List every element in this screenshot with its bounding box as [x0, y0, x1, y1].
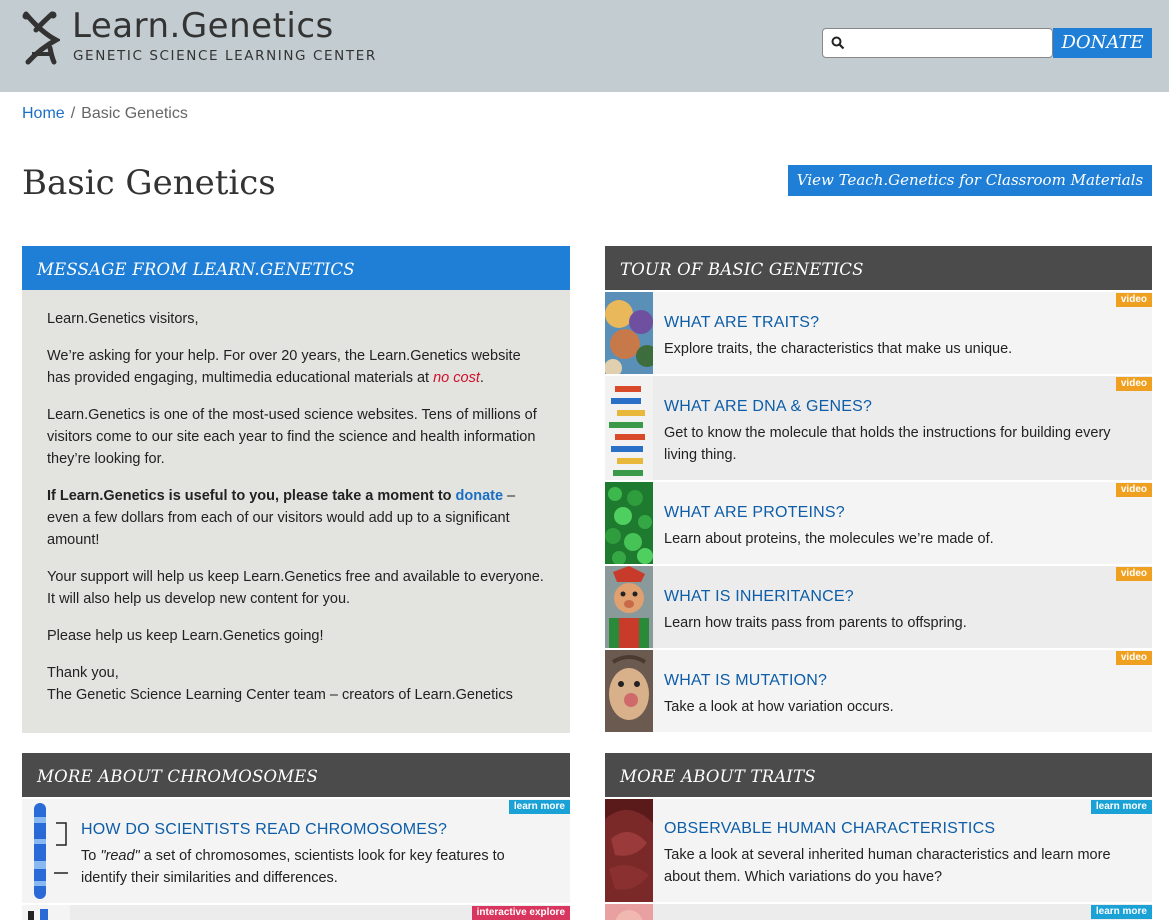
message-panel-body: Learn.Genetics visitors, We’re asking fo… [22, 290, 570, 733]
proteins-thumbnail [605, 482, 653, 564]
traits-item-description: Take a look at several inherited human c… [664, 847, 1111, 885]
message-paragraph-2: Learn.Genetics is one of the most-used s… [47, 407, 537, 467]
observable-traits-thumbnail [605, 799, 653, 902]
search-input[interactable] [822, 28, 1053, 58]
tour-item-title[interactable]: WHAT ARE DNA & GENES? [664, 398, 872, 416]
site-logo-title[interactable]: Learn.Genetics [72, 6, 334, 46]
dna-logo-icon[interactable] [22, 10, 60, 66]
chromosome-thumbnail [22, 799, 70, 903]
message-paragraph-3: If Learn.Genetics is useful to you, plea… [47, 488, 516, 548]
tour-item-inheritance[interactable]: WHAT IS INHERITANCE? Learn how traits pa… [605, 566, 1152, 648]
tour-item-description: Take a look at how variation occurs. [664, 699, 894, 715]
chromosomes-panel-heading: MORE ABOUT CHROMOSOMES [22, 753, 570, 797]
tour-item-description: Learn about proteins, the molecules we’r… [664, 531, 994, 547]
tour-item-title[interactable]: WHAT ARE PROTEINS? [664, 504, 845, 522]
inheritance-thumbnail [605, 566, 653, 648]
learn-more-badge: learn more [508, 800, 570, 814]
video-badge: video [1115, 377, 1152, 391]
message-paragraph-4: Your support will help us keep Learn.Gen… [47, 569, 544, 607]
breadcrumb: Home / Basic Genetics [22, 105, 188, 123]
no-cost-text: no cost [433, 370, 480, 386]
traits-thumbnail [605, 292, 653, 374]
tour-panel-heading: TOUR OF BASIC GENETICS [605, 246, 1152, 290]
tour-item-proteins[interactable]: WHAT ARE PROTEINS? Learn about proteins,… [605, 482, 1152, 564]
tour-item-traits[interactable]: WHAT ARE TRAITS? Explore traits, the cha… [605, 292, 1152, 374]
breadcrumb-current: Basic Genetics [81, 105, 188, 122]
breadcrumb-separator: / [70, 105, 76, 122]
site-header: Learn.Genetics GENETIC SCIENCE LEARNING … [0, 0, 1169, 92]
chromosomes-item-read[interactable]: HOW DO SCIENTISTS READ CHROMOSOMES? To "… [22, 799, 570, 903]
learn-more-badge: learn more [1090, 905, 1152, 919]
message-paragraph-1: We’re asking for your help. For over 20 … [47, 348, 521, 386]
chromosomes-item-title[interactable]: HOW DO SCIENTISTS READ CHROMOSOMES? [81, 821, 447, 839]
learn-more-badge: learn more [1090, 800, 1152, 814]
chromosomes-item-interactive[interactable]: interactive explore [22, 905, 570, 920]
traits-item-title[interactable]: OBSERVABLE HUMAN CHARACTERISTICS [664, 820, 995, 838]
message-greeting: Learn.Genetics visitors, [47, 311, 199, 327]
tour-item-description: Get to know the molecule that holds the … [664, 425, 1111, 463]
donate-link[interactable]: donate [456, 488, 504, 504]
site-logo-subtitle: GENETIC SCIENCE LEARNING CENTER [73, 48, 377, 64]
donate-button[interactable]: DONATE [1053, 28, 1152, 58]
dna-thumbnail [605, 376, 653, 480]
page-title: Basic Genetics [22, 163, 276, 203]
tour-item-title[interactable]: WHAT IS MUTATION? [664, 672, 827, 690]
video-badge: video [1115, 293, 1152, 307]
tour-item-title[interactable]: WHAT IS INHERITANCE? [664, 588, 854, 606]
message-signoff: Thank you, The Genetic Science Learning C… [47, 665, 513, 703]
chromosome-interactive-thumbnail [22, 905, 70, 920]
tour-item-description: Learn how traits pass from parents to of… [664, 615, 967, 631]
message-panel-heading: MESSAGE FROM LEARN.GENETICS [22, 246, 570, 290]
traits-item-observable[interactable]: OBSERVABLE HUMAN CHARACTERISTICS Take a … [605, 799, 1152, 902]
message-paragraph-5: Please help us keep Learn.Genetics going… [47, 628, 324, 644]
breadcrumb-home-link[interactable]: Home [22, 105, 65, 122]
tour-item-title[interactable]: WHAT ARE TRAITS? [664, 314, 819, 332]
tour-item-description: Explore traits, the characteristics that… [664, 341, 1013, 357]
mutation-thumbnail [605, 650, 653, 732]
traits-panel-heading: MORE ABOUT TRAITS [605, 753, 1152, 797]
video-badge: video [1115, 651, 1152, 665]
chromosomes-item-description: To "read" a set of chromosomes, scientis… [81, 848, 505, 886]
search-icon [831, 36, 845, 50]
tour-item-dna-genes[interactable]: WHAT ARE DNA & GENES? Get to know the mo… [605, 376, 1152, 480]
video-badge: video [1115, 483, 1152, 497]
teach-genetics-button[interactable]: View Teach.Genetics for Classroom Materi… [788, 165, 1152, 196]
traits-second-thumbnail [605, 904, 653, 920]
tour-item-mutation[interactable]: WHAT IS MUTATION? Take a look at how var… [605, 650, 1152, 732]
traits-item-second[interactable]: learn more [605, 904, 1152, 920]
interactive-explore-badge: interactive explore [471, 906, 570, 920]
video-badge: video [1115, 567, 1152, 581]
